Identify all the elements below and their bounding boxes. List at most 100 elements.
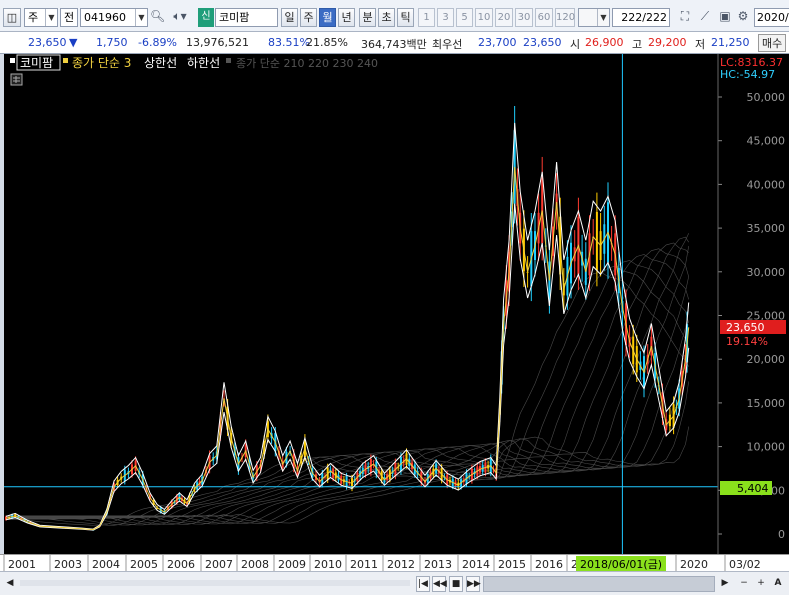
ma-ribbon-line — [6, 310, 689, 524]
scroll-right-icon[interactable]: ▶ — [718, 576, 732, 592]
zoom-out-icon[interactable]: − — [737, 576, 751, 592]
upper-band-line[interactable] — [5, 122, 690, 530]
y-axis-label: 50,000 — [747, 91, 786, 104]
stock-name-value: 코미팜 — [219, 11, 250, 24]
first-bar-button[interactable]: |◀ — [416, 576, 430, 592]
current-price: 23,650 — [28, 36, 67, 49]
high-label: 고 — [632, 38, 643, 51]
market-type-value: 주 — [28, 11, 39, 24]
volume: 13,976,521 — [186, 36, 249, 49]
bar-count-value: 222 — [621, 11, 643, 24]
change-amount: 1,750 — [96, 36, 128, 49]
forward-button[interactable]: ▶▶ — [466, 576, 481, 592]
legend-lower-band[interactable]: 하한선 — [187, 56, 220, 70]
date-value: 2020/ — [757, 11, 789, 24]
interval-10-button[interactable]: 10 — [475, 8, 493, 27]
x-axis-label: 2008 — [241, 558, 269, 571]
last-price-pct: 19.14% — [726, 335, 768, 348]
stock-code-input[interactable]: 041960 ▼ — [80, 8, 148, 27]
price-info-bar: 23,650 ▼ 1,750 -6.89% 13,976,521 83.51% … — [0, 32, 789, 54]
x-axis-label: 2001 — [8, 558, 36, 571]
buy-button[interactable]: 매수 — [758, 34, 787, 52]
hline-value: 5,404 — [737, 482, 769, 495]
chevron-down-icon[interactable]: ▼ — [597, 9, 609, 26]
corner-hc-label: HC:-54.97 — [720, 68, 775, 81]
stop-button[interactable]: ■ — [449, 576, 463, 592]
interval-20-button[interactable]: 20 — [495, 8, 513, 27]
candle-body[interactable] — [526, 271, 529, 273]
stock-code-value: 041960 — [84, 11, 126, 24]
y-axis-label: 10,000 — [747, 441, 786, 454]
y-axis-label: 40,000 — [747, 178, 786, 191]
interval-5-button[interactable]: 5 — [456, 8, 473, 27]
y-axis-label: 35,000 — [747, 222, 786, 235]
gear-icon[interactable]: ⚙ — [734, 8, 752, 27]
bar-count-field[interactable]: 222/222 — [612, 8, 670, 27]
legend-marker — [10, 58, 15, 63]
x-axis-label: 2015 — [498, 558, 526, 571]
legend-marker — [226, 58, 231, 63]
legend-stock-name[interactable]: 코미팜 — [20, 56, 53, 70]
period-second-button[interactable]: 초 — [378, 8, 395, 27]
open-price: 26,900 — [585, 36, 624, 49]
period-month-button[interactable]: 월 — [319, 8, 336, 27]
legend-marker — [63, 58, 68, 63]
crosshair-date-label: 2018/06/01(금) — [580, 558, 662, 571]
chart-tools-icon[interactable]: ⟋ — [696, 8, 714, 27]
zoom-in-icon[interactable]: + — [754, 576, 768, 592]
bookmark-icon[interactable]: ⛶ — [676, 8, 694, 27]
speaker-icon[interactable]: 🔈︎▾ — [166, 8, 194, 27]
change-down-icon: ▼ — [69, 36, 78, 49]
chevron-down-icon[interactable]: ▼ — [45, 9, 57, 26]
interval-3-button[interactable]: 3 — [437, 8, 454, 27]
scroll-track[interactable] — [20, 580, 410, 586]
y-axis-label: 15,000 — [747, 397, 786, 410]
y-axis-label: 45,000 — [747, 135, 786, 148]
open-label: 시 — [570, 38, 581, 51]
period-minute-button[interactable]: 분 — [359, 8, 376, 27]
period-year-button[interactable]: 년 — [338, 8, 355, 27]
scroll-thumb[interactable] — [483, 576, 715, 592]
x-axis-label: 2012 — [387, 558, 415, 571]
period-tick-button[interactable]: 틱 — [397, 8, 414, 27]
y-axis-label: 30,000 — [747, 266, 786, 279]
price-chart[interactable]: 코미팜 종가 단순 3 상한선 하한선 종가 단순 210 220 230 24… — [4, 54, 789, 554]
change-percent: -6.89% — [138, 36, 177, 49]
legend-ribbon[interactable]: 종가 단순 210 220 230 240 — [236, 57, 378, 70]
kind-button[interactable]: 전 — [60, 8, 78, 27]
interval-1-button[interactable]: 1 — [418, 8, 435, 27]
save-icon[interactable]: ▣ — [716, 8, 734, 27]
scroll-left-icon[interactable]: ◀ — [3, 576, 17, 592]
best-ask-price: 23,700 — [478, 36, 517, 49]
legend-ma-label[interactable]: 종가 단순 3 — [72, 56, 131, 70]
market-type-select[interactable]: 주 ▼ — [24, 8, 58, 27]
interval-30-button[interactable]: 30 — [515, 8, 533, 27]
y-axis-label: 20,000 — [747, 353, 786, 366]
x-axis-label: 2020 — [680, 558, 708, 571]
stock-chart-window: ◫ 주 ▼ 전 041960 ▼ 🔍︎ 🔈︎▾ 신 코미팜 일 주 월 년 분 … — [0, 0, 789, 595]
x-axis-label: 2014 — [462, 558, 490, 571]
interval-120-button[interactable]: 120 — [555, 8, 575, 27]
x-axis-label: 2010 — [314, 558, 342, 571]
stock-name-field[interactable]: 코미팜 — [215, 8, 278, 27]
x-axis-bar: 2001 2003 2004 2005 2006 2007 2008 2009 2010 2011… — [0, 554, 789, 572]
period-week-button[interactable]: 주 — [300, 8, 317, 27]
chart-scrollbar[interactable]: ◀ |◀ ◀◀ ■ ▶▶ ▶ − + A — [0, 571, 789, 595]
x-axis-label: 2007 — [205, 558, 233, 571]
font-size-icon[interactable]: A — [771, 576, 785, 592]
layout-icon[interactable]: ◫ — [3, 8, 21, 27]
low-price: 21,250 — [711, 36, 750, 49]
ma-ribbon-line — [6, 346, 689, 524]
low-label: 저 — [695, 38, 706, 51]
period-day-button[interactable]: 일 — [281, 8, 298, 27]
search-icon[interactable]: 🔍︎ — [150, 8, 165, 27]
chevron-down-icon[interactable]: ▼ — [135, 9, 147, 26]
date-input[interactable]: 2020/ — [754, 8, 789, 27]
last-price-value: 23,650 — [726, 321, 765, 334]
price-chart-svg[interactable]: 코미팜 종가 단순 3 상한선 하한선 종가 단순 210 220 230 24… — [4, 54, 789, 554]
legend-upper-band[interactable]: 상한선 — [144, 56, 177, 70]
rewind-button[interactable]: ◀◀ — [432, 576, 447, 592]
chart-toolbar: ◫ 주 ▼ 전 041960 ▼ 🔍︎ 🔈︎▾ 신 코미팜 일 주 월 년 분 … — [0, 0, 789, 32]
interval-60-button[interactable]: 60 — [535, 8, 553, 27]
interval-custom-input[interactable]: ▼ — [578, 8, 610, 27]
